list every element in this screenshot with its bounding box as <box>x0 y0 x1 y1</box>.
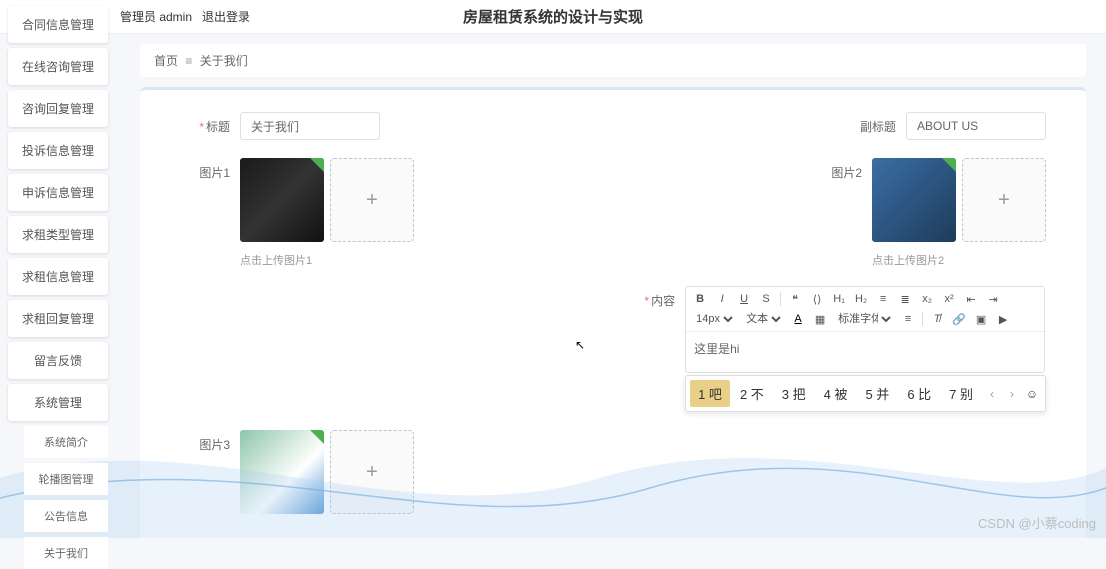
font-family-select[interactable]: 标准字体 <box>834 312 894 326</box>
main: 首页 ≡ 关于我们 *标题 副标题 图片1 + <box>120 34 1106 538</box>
ime-next-icon[interactable]: › <box>1003 387 1021 401</box>
italic-icon[interactable]: I <box>714 291 730 307</box>
align-icon[interactable]: ≡ <box>900 311 916 327</box>
img2-label: 图片2 <box>812 158 862 181</box>
h2-icon[interactable]: H₂ <box>853 291 869 307</box>
field-img1: 图片1 + 点击上传图片1 <box>180 158 414 268</box>
title-input[interactable] <box>240 112 380 140</box>
field-img3: 图片3 + <box>180 430 414 514</box>
header-user-area: 管理员 admin 退出登录 <box>120 8 250 25</box>
strike-icon[interactable]: S <box>758 291 774 307</box>
img1-upload-button[interactable]: + <box>330 158 414 242</box>
rich-text-editor[interactable]: B I U S ❝ ⟨⟩ H₁ H₂ ≡ ≣ x₂ x² <box>685 286 1045 373</box>
indent-icon[interactable]: ⇥ <box>985 291 1001 307</box>
link-icon[interactable]: 🔗 <box>951 311 967 327</box>
sidebar-sub-carousel[interactable]: 轮播图管理 <box>24 463 108 495</box>
img3-thumbnail[interactable] <box>240 430 324 514</box>
sidebar-item-complaint[interactable]: 投诉信息管理 <box>8 132 108 169</box>
image-icon[interactable]: ▣ <box>973 311 989 327</box>
img1-thumbnail[interactable] <box>240 158 324 242</box>
subtitle-label: 副标题 <box>860 120 896 134</box>
ime-candidate[interactable]: 1 吧 <box>690 380 730 407</box>
form-card: *标题 副标题 图片1 + 点击上传图片1 <box>140 87 1086 538</box>
ime-emoji-icon[interactable]: ☺ <box>1023 387 1041 401</box>
editor-body[interactable]: 这里是hi <box>686 332 1044 372</box>
list-ul-icon[interactable]: ≣ <box>897 291 913 307</box>
subtitle-input[interactable] <box>906 112 1046 140</box>
ime-candidate[interactable]: 2 不 <box>732 380 772 407</box>
superscript-icon[interactable]: x² <box>941 291 957 307</box>
user-label[interactable]: 管理员 admin <box>120 8 192 25</box>
sidebar-item-rent-type[interactable]: 求租类型管理 <box>8 216 108 253</box>
logout-link[interactable]: 退出登录 <box>202 8 250 25</box>
code-icon[interactable]: ⟨⟩ <box>809 291 825 307</box>
ime-candidate[interactable]: 7 别 <box>941 380 981 407</box>
sidebar-item-contract[interactable]: 合同信息管理 <box>8 6 108 43</box>
sidebar-item-consult-reply[interactable]: 咨询回复管理 <box>8 90 108 127</box>
sidebar-item-feedback[interactable]: 留言反馈 <box>8 342 108 379</box>
plus-icon: + <box>998 189 1010 212</box>
selected-corner-icon <box>310 158 324 172</box>
img3-upload-button[interactable]: + <box>330 430 414 514</box>
plus-icon: + <box>366 189 378 212</box>
ime-candidate[interactable]: 4 被 <box>816 380 856 407</box>
text-type-select[interactable]: 文本 <box>742 312 784 326</box>
outdent-icon[interactable]: ⇤ <box>963 291 979 307</box>
text-color-icon[interactable]: A <box>790 311 806 327</box>
plus-icon: + <box>366 461 378 484</box>
bg-color-icon[interactable]: ▦ <box>812 311 828 327</box>
content-label: 内容 <box>651 294 675 308</box>
sidebar-sub-intro[interactable]: 系统简介 <box>24 426 108 458</box>
editor-toolbar: B I U S ❝ ⟨⟩ H₁ H₂ ≡ ≣ x₂ x² <box>686 287 1044 332</box>
bold-icon[interactable]: B <box>692 291 708 307</box>
sidebar-sub-about[interactable]: 关于我们 <box>24 537 108 569</box>
sidebar-sub-notice[interactable]: 公告信息 <box>24 500 108 532</box>
ime-prev-icon[interactable]: ‹ <box>983 387 1001 401</box>
sidebar: 合同信息管理 在线咨询管理 咨询回复管理 投诉信息管理 申诉信息管理 求租类型管… <box>0 0 108 538</box>
list-ol-icon[interactable]: ≡ <box>875 291 891 307</box>
sidebar-item-rent-reply[interactable]: 求租回复管理 <box>8 300 108 337</box>
clear-format-icon[interactable]: T̸ <box>929 311 945 327</box>
selected-corner-icon <box>942 158 956 172</box>
img3-label: 图片3 <box>180 430 230 453</box>
breadcrumb-root[interactable]: 首页 <box>154 54 178 68</box>
breadcrumb-sep-icon: ≡ <box>185 54 192 68</box>
title-label: 标题 <box>206 120 230 134</box>
page-title: 房屋租赁系统的设计与实现 <box>463 6 643 27</box>
img2-thumbnail[interactable] <box>872 158 956 242</box>
h1-icon[interactable]: H₁ <box>831 291 847 307</box>
img2-upload-button[interactable]: + <box>962 158 1046 242</box>
required-marker: * <box>644 294 649 308</box>
ime-candidate[interactable]: 5 并 <box>857 380 897 407</box>
field-subtitle: 副标题 <box>846 112 1046 140</box>
sidebar-item-consult[interactable]: 在线咨询管理 <box>8 48 108 85</box>
breadcrumb-current: 关于我们 <box>200 54 248 68</box>
field-content: *内容 B I U S ❝ ⟨⟩ H₁ H₂ ≡ <box>625 286 1046 412</box>
ime-candidate[interactable]: 3 把 <box>774 380 814 407</box>
sidebar-item-appeal[interactable]: 申诉信息管理 <box>8 174 108 211</box>
underline-icon[interactable]: U <box>736 291 752 307</box>
required-marker: * <box>199 120 204 134</box>
img1-hint: 点击上传图片1 <box>240 252 414 268</box>
quote-icon[interactable]: ❝ <box>787 291 803 307</box>
sidebar-item-system[interactable]: 系统管理 <box>8 384 108 421</box>
ime-candidate[interactable]: 6 比 <box>899 380 939 407</box>
video-icon[interactable]: ▶ <box>995 311 1011 327</box>
selected-corner-icon <box>310 430 324 444</box>
breadcrumb: 首页 ≡ 关于我们 <box>140 44 1086 77</box>
font-size-select[interactable]: 14px <box>692 312 736 326</box>
img1-label: 图片1 <box>180 158 230 181</box>
img2-hint: 点击上传图片2 <box>872 252 1046 268</box>
header: 房屋租赁系统的设计与实现 管理员 admin 退出登录 <box>0 0 1106 34</box>
subscript-icon[interactable]: x₂ <box>919 291 935 307</box>
ime-candidate-bar[interactable]: 1 吧 2 不 3 把 4 被 5 并 6 比 7 别 ‹ › ☺ <box>685 375 1046 412</box>
field-img2: 图片2 + 点击上传图片2 <box>812 158 1046 268</box>
sidebar-item-rent-info[interactable]: 求租信息管理 <box>8 258 108 295</box>
field-title: *标题 <box>180 112 380 140</box>
